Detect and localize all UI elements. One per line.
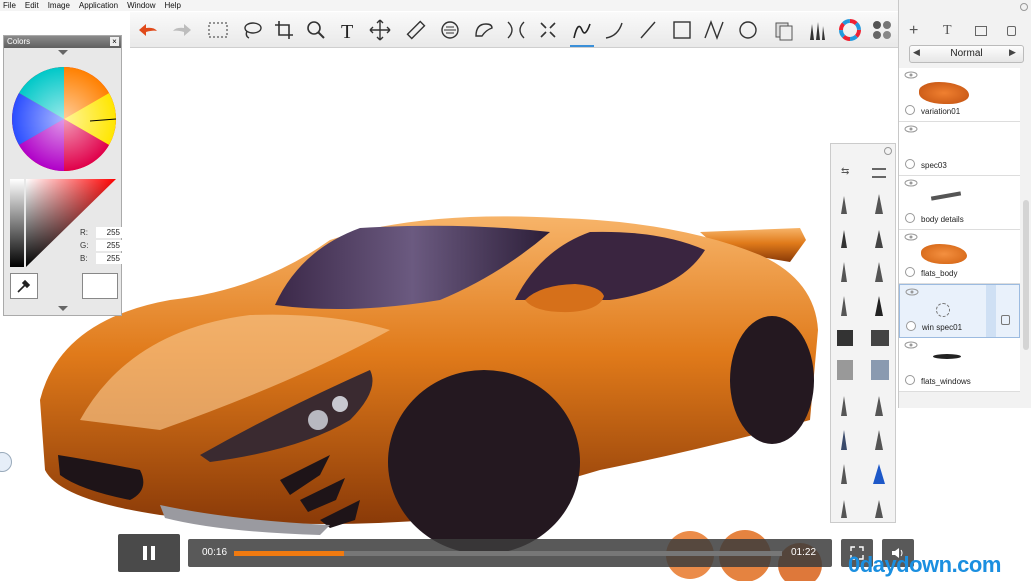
current-time: 00:16 (202, 547, 228, 558)
layer-lock-icon[interactable] (1001, 315, 1010, 325)
r-label: R: (80, 228, 88, 237)
watermark-logo: 0daydown.com (848, 552, 1001, 577)
color-wheel-icon[interactable] (836, 16, 864, 44)
layer-item[interactable]: variation01 (899, 68, 1020, 122)
layer-radio[interactable] (905, 375, 915, 385)
blend-mode-select[interactable]: Normal (909, 45, 1024, 63)
eye-icon[interactable] (905, 288, 919, 296)
polyline-icon[interactable] (700, 16, 728, 44)
layer-name: flats_body (921, 269, 958, 278)
eyedropper-icon[interactable] (10, 273, 38, 299)
layer-radio[interactable] (905, 105, 915, 115)
current-color-swatch[interactable] (82, 273, 118, 299)
ellipse-icon[interactable] (734, 16, 762, 44)
layer-name: spec03 (921, 161, 947, 170)
line-icon[interactable] (634, 16, 662, 44)
r-value[interactable]: 255 (96, 227, 122, 238)
layer-radio[interactable] (905, 213, 915, 223)
blend-mode-value: Normal (950, 48, 983, 59)
color-wheel[interactable] (10, 64, 118, 174)
distort-icon[interactable] (534, 16, 562, 44)
layer-item[interactable]: flats_windows (899, 338, 1020, 392)
pause-button[interactable] (118, 534, 180, 572)
layer-radio[interactable] (906, 321, 916, 331)
layer-item-selected[interactable]: win spec01 (899, 284, 1020, 338)
close-icon[interactable] (884, 147, 892, 155)
layer-thumbnail (921, 244, 967, 264)
layers-scrollbar[interactable] (1023, 200, 1029, 350)
curve-icon[interactable] (600, 16, 628, 44)
close-icon[interactable]: × (110, 37, 119, 46)
image-layer-icon[interactable] (975, 26, 987, 36)
brush-library-icon[interactable] (802, 16, 830, 44)
layer-thumbnail (936, 303, 950, 317)
layer-item[interactable]: spec03 (899, 122, 1020, 176)
colors-panel: Colors × R: 255 G: 255 B: 255 (3, 35, 122, 316)
eye-icon[interactable] (904, 125, 918, 133)
brush-grid[interactable] (831, 190, 897, 520)
brush-settings-icon[interactable]: ⇆ (841, 166, 849, 177)
brush-palette-panel: ⇆ (830, 143, 896, 523)
layer-name: win spec01 (922, 323, 963, 332)
expand-arrow-icon[interactable] (58, 306, 68, 311)
copic-icon[interactable] (770, 16, 798, 44)
colors-panel-header: Colors × (4, 36, 121, 48)
layer-radio[interactable] (905, 267, 915, 277)
layer-name: flats_windows (921, 377, 971, 386)
freehand-stroke-icon[interactable] (568, 16, 596, 47)
lasso-icon[interactable] (238, 16, 266, 44)
text-layer-icon[interactable]: T (943, 23, 952, 39)
video-progress-bar[interactable]: 00:16 01:22 (188, 539, 832, 567)
ellipse-guide-icon[interactable] (436, 16, 464, 44)
rectangle-icon[interactable] (668, 16, 696, 44)
pause-icon (143, 546, 155, 560)
svg-text:T: T (341, 21, 353, 42)
layer-item[interactable]: body details (899, 176, 1020, 230)
progress-fill (234, 551, 344, 556)
close-icon[interactable] (1020, 3, 1028, 11)
total-time: 01:22 (791, 547, 817, 558)
layer-opacity-handle[interactable] (986, 285, 996, 337)
brush-list-icon[interactable] (872, 168, 886, 178)
ruler-icon[interactable] (402, 16, 430, 44)
redo-icon[interactable] (168, 16, 196, 44)
g-label: G: (80, 241, 89, 250)
collapse-arrow-icon[interactable] (58, 50, 68, 55)
lock-icon[interactable] (1007, 26, 1016, 36)
colors-panel-title: Colors (7, 37, 31, 46)
eye-icon[interactable] (904, 179, 918, 187)
zoom-icon[interactable] (302, 16, 330, 44)
layer-thumbnail (930, 191, 962, 201)
text-icon[interactable]: T (334, 16, 362, 44)
grayscale-bar[interactable] (10, 179, 24, 267)
layer-radio[interactable] (905, 159, 915, 169)
progress-track[interactable] (234, 551, 782, 556)
chevron-left-icon[interactable]: ◀ (913, 47, 920, 58)
eye-icon[interactable] (904, 341, 918, 349)
layer-thumbnail (919, 82, 969, 104)
b-label: B: (80, 254, 88, 263)
undo-icon[interactable] (134, 16, 162, 44)
layer-name: variation01 (921, 107, 961, 116)
crop-icon[interactable] (270, 16, 298, 44)
b-value[interactable]: 255 (96, 253, 122, 264)
rect-select-icon[interactable] (204, 16, 232, 44)
layer-item[interactable]: flats_body (899, 230, 1020, 284)
french-curve-icon[interactable] (470, 16, 498, 44)
eye-icon[interactable] (904, 233, 918, 241)
symmetry-icon[interactable] (502, 16, 530, 44)
layers-panel: + T Normal ◀ ▶ variation01 spec03 body d… (898, 0, 1031, 408)
chevron-right-icon[interactable]: ▶ (1009, 47, 1016, 58)
layer-thumbnail (933, 354, 961, 359)
swatches-icon[interactable] (868, 16, 896, 44)
main-toolbar: T (130, 12, 900, 48)
layer-name: body details (921, 215, 964, 224)
g-value[interactable]: 255 (96, 240, 122, 251)
eye-icon[interactable] (904, 71, 918, 79)
move-icon[interactable] (366, 16, 394, 44)
add-layer-icon[interactable]: + (909, 22, 918, 40)
